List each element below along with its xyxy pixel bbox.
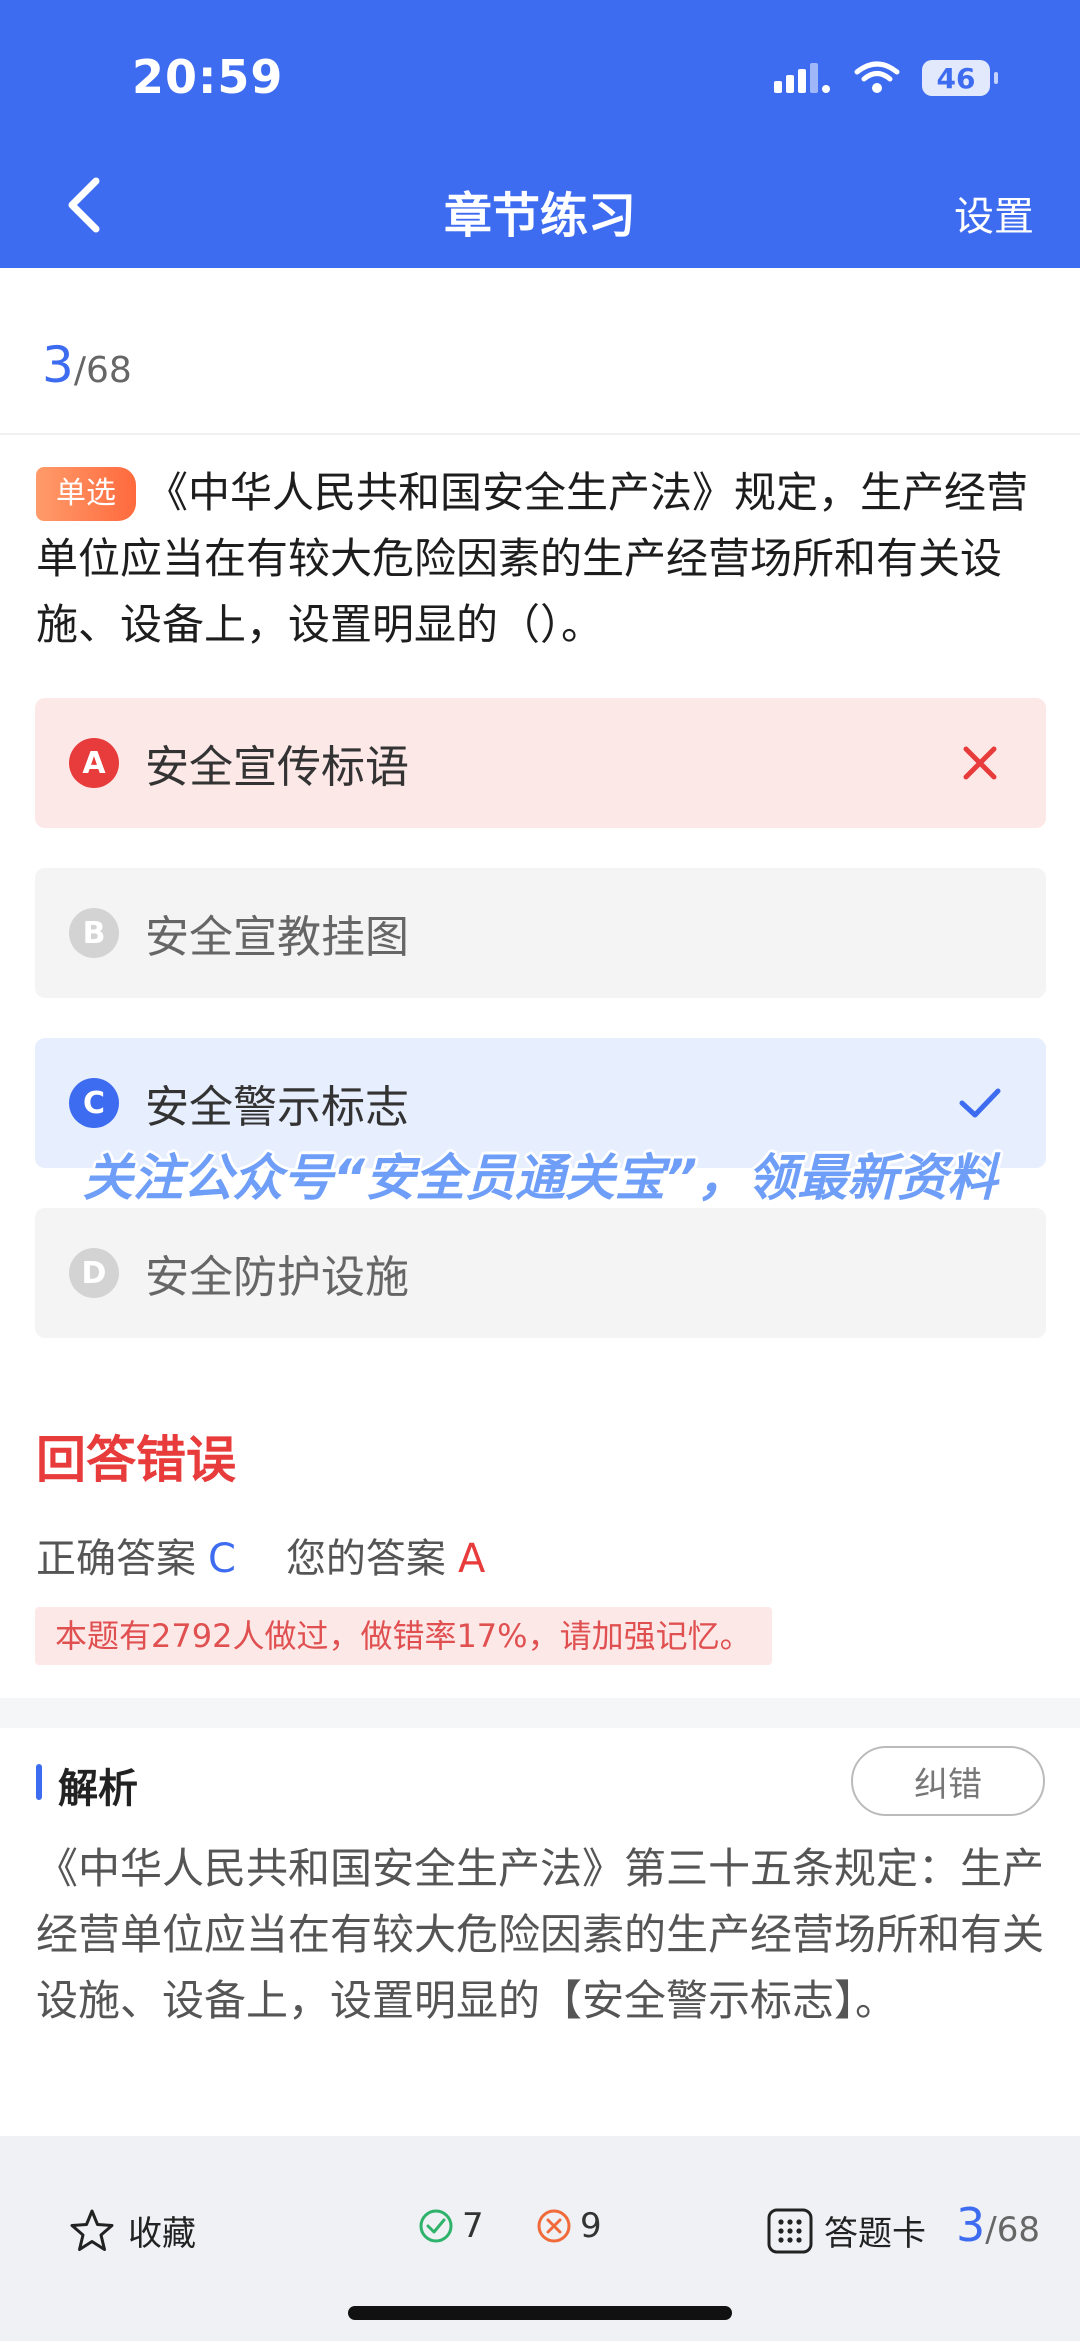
your-answer-value: A (457, 1536, 486, 1582)
option-text: 安全宣传标语 (145, 742, 409, 793)
option-d[interactable]: D 安全防护设施 (35, 1208, 1046, 1338)
page-total: /68 (985, 2210, 1040, 2250)
app-header: 20:59 46 章节练习 设置 (0, 0, 1080, 268)
correct-count: 7 (418, 2206, 484, 2246)
option-b[interactable]: B 安全宣教挂图 (35, 868, 1046, 998)
question-type-badge: 单选 (36, 467, 136, 521)
option-letter: C (69, 1078, 119, 1128)
wifi-icon (854, 61, 900, 93)
wrong-count-value: 9 (580, 2206, 602, 2246)
your-answer-label: 您的答案 (285, 1536, 446, 1582)
option-letter: B (69, 908, 119, 958)
battery-icon: 46 (922, 60, 998, 96)
error-rate-note: 本题有2792人做过，做错率17%，请加强记忆。 (35, 1607, 772, 1665)
page-current: 3 (956, 2198, 986, 2252)
star-icon (70, 2209, 114, 2251)
current-question-number: 3 (42, 336, 74, 394)
option-letter: A (69, 738, 119, 788)
correct-count-value: 7 (462, 2206, 484, 2246)
option-letter: D (69, 1248, 119, 1298)
status-time: 20:59 (132, 50, 284, 104)
question-text: 《中华人民共和国安全生产法》规定，生产经营单位应当在有较大危险因素的生产经营场所… (36, 468, 1029, 649)
wrong-mark-icon (963, 746, 997, 780)
favorite-button[interactable]: 收藏 (68, 2206, 196, 2255)
check-mark-icon (959, 1088, 1001, 1118)
divider (0, 433, 1080, 435)
option-text: 安全警示标志 (145, 1082, 409, 1133)
status-icons: 46 (774, 56, 998, 100)
correct-circle-icon (419, 2209, 453, 2243)
section-separator (0, 1698, 1080, 1728)
result-title: 回答错误 (36, 1431, 236, 1489)
signal-icon (774, 63, 830, 93)
analysis-title: 解析 (58, 1766, 138, 1812)
wrong-count: 9 (536, 2206, 602, 2246)
settings-button[interactable]: 设置 (954, 184, 1034, 242)
grid-icon (767, 2208, 813, 2253)
page-title: 章节练习 (443, 188, 636, 244)
report-error-button[interactable]: 纠错 (851, 1746, 1045, 1816)
question-counter: 3/68 (42, 336, 132, 394)
page-indicator: 3/68 (956, 2198, 1040, 2252)
question-stem: 单选 《中华人民共和国安全生产法》规定，生产经营单位应当在有较大危险因素的生产经营… (36, 460, 1046, 658)
total-questions: /68 (73, 350, 132, 391)
wrong-circle-icon (537, 2209, 571, 2243)
answer-card-button[interactable]: 答题卡 (766, 2206, 926, 2255)
analysis-text: 《中华人民共和国安全生产法》第三十五条规定：生产经营单位应当在有较大危险因素的生… (36, 1844, 1045, 2025)
favorite-label: 收藏 (128, 2214, 196, 2254)
analysis-accent-bar (36, 1764, 42, 1800)
answer-card-label: 答题卡 (824, 2214, 926, 2254)
option-text: 安全宣教挂图 (145, 912, 409, 963)
option-a[interactable]: A 安全宣传标语 (35, 698, 1046, 828)
promo-watermark: 关注公众号“安全员通关宝”，领最新资料 (82, 1149, 998, 1207)
answer-summary: 正确答案 C 您的答案 A (36, 1526, 485, 1584)
option-text: 安全防护设施 (145, 1252, 409, 1303)
correct-answer-value: C (208, 1536, 236, 1582)
home-indicator (348, 2306, 732, 2320)
correct-answer-label: 正确答案 (36, 1536, 196, 1582)
